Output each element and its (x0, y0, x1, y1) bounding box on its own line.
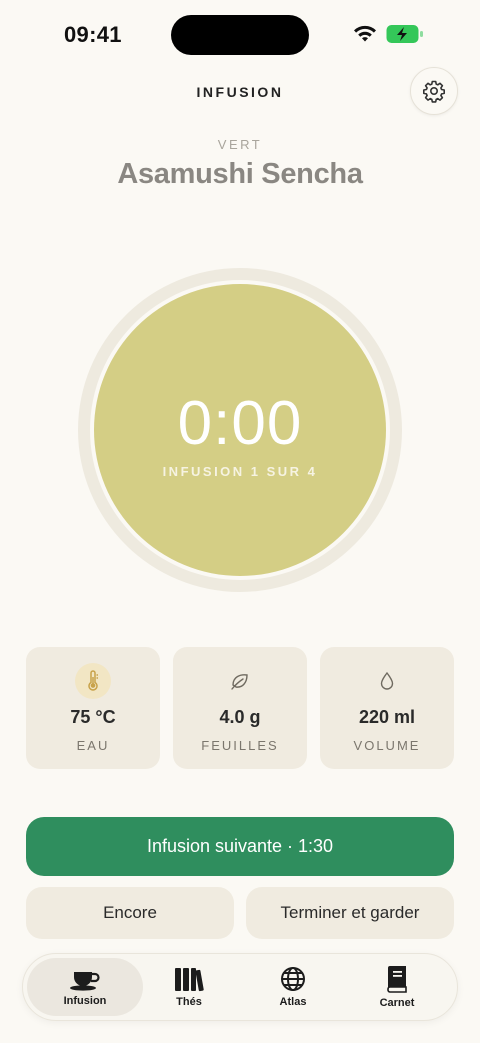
leaf-weight-card[interactable]: 4.0 g FEUILLES (173, 647, 307, 769)
water-volume-card[interactable]: 220 ml VOLUME (320, 647, 454, 769)
status-bar: 09:41 (0, 0, 480, 70)
tab-teas[interactable]: Thés (131, 958, 247, 1016)
water-volume-label: VOLUME (353, 738, 421, 753)
dynamic-island (171, 15, 309, 55)
again-button[interactable]: Encore (26, 887, 234, 939)
leaf-weight-value: 4.0 g (219, 707, 261, 727)
water-volume-value: 220 ml (358, 707, 416, 727)
battery-charging-icon (386, 25, 423, 43)
infusion-count: INFUSION 1 SUR 4 (162, 464, 318, 479)
droplet-icon (380, 671, 394, 690)
tab-teas-label: Thés (176, 996, 202, 1008)
thermometer-icon (88, 670, 98, 691)
next-infusion-button[interactable]: Infusion suivante · 1:30 (26, 817, 454, 876)
settings-button[interactable] (410, 67, 458, 115)
water-temperature-label: EAU (76, 738, 110, 753)
tea-category: VERT (217, 137, 263, 152)
globe-icon (281, 967, 305, 991)
tab-notebook-label: Carnet (379, 997, 415, 1009)
leaf-icon (231, 674, 248, 690)
books-icon (175, 968, 204, 992)
tab-bar: Infusion Thés Atlas Carnet (22, 953, 458, 1021)
tab-atlas[interactable]: Atlas (235, 958, 351, 1016)
tea-name: Asamushi Sencha (117, 158, 363, 190)
page-title: INFUSION (196, 84, 284, 100)
teacup-icon (70, 972, 100, 991)
wifi-icon (354, 25, 376, 42)
timer-value: 0:00 (177, 389, 303, 458)
notebook-icon (387, 966, 407, 993)
tab-infusion-label: Infusion (63, 995, 107, 1007)
gear-icon (423, 80, 445, 103)
status-time: 09:41 (64, 22, 122, 47)
tab-notebook[interactable]: Carnet (339, 958, 455, 1016)
water-temperature-card[interactable]: 75 °C EAU (26, 647, 160, 769)
tab-atlas-label: Atlas (279, 996, 307, 1008)
leaf-weight-label: FEUILLES (201, 738, 279, 753)
timer-ring[interactable]: 0:00 INFUSION 1 SUR 4 (78, 268, 402, 592)
tab-infusion[interactable]: Infusion (27, 958, 143, 1016)
finish-and-save-button[interactable]: Terminer et garder (246, 887, 454, 939)
water-temperature-value: 75 °C (70, 707, 116, 727)
